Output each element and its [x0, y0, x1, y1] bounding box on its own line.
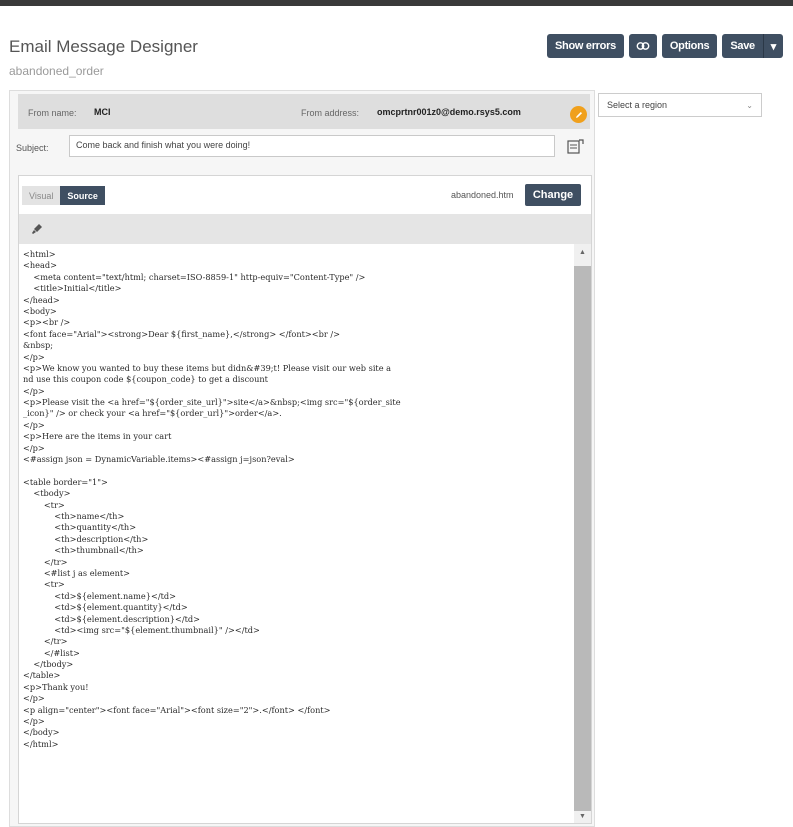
options-button[interactable]: Options	[661, 34, 718, 58]
code-line: <title>Initial</title>	[23, 283, 122, 294]
code-line: <#assign json = DynamicVariable.items><#…	[23, 454, 295, 465]
eye-link-icon	[636, 42, 650, 50]
code-line: <td>${element.name}</td>	[23, 590, 176, 601]
code-line: </p>	[23, 693, 45, 704]
code-line: <tbody>	[23, 488, 71, 499]
from-address-value: omcprtnr001z0@demo.rsys5.com	[377, 107, 521, 117]
region-select[interactable]: Select a region ⌄	[598, 93, 762, 117]
code-line: </p>	[23, 351, 45, 362]
code-line: &nbsp;	[23, 340, 54, 351]
message-name: abandoned_order	[9, 64, 104, 78]
region-select-value: Select a region	[607, 100, 668, 110]
change-button[interactable]: Change	[525, 184, 581, 206]
save-button-group: Save ▾	[722, 34, 783, 58]
code-line: </head>	[23, 294, 60, 305]
code-line: <th>name</th>	[23, 510, 125, 521]
source-toolbar	[19, 214, 591, 244]
toolbar: Show errors Options Save ▾	[547, 34, 783, 58]
chevron-down-icon: ▾	[770, 40, 777, 53]
edit-from-button[interactable]	[570, 106, 587, 123]
scroll-down-icon[interactable]: ▼	[574, 810, 591, 822]
tab-visual[interactable]: Visual	[22, 186, 61, 205]
save-dropdown-button[interactable]: ▾	[762, 34, 783, 58]
message-editor: From name: MCI From address: omcprtnr001…	[9, 90, 595, 827]
code-line: </#list>	[23, 647, 80, 658]
code-line: </p>	[23, 419, 45, 430]
from-name-value: MCI	[94, 107, 111, 117]
subject-input[interactable]: Come back and finish what you were doing…	[69, 135, 555, 157]
page-title: Email Message Designer	[9, 37, 198, 56]
tab-source[interactable]: Source	[60, 186, 105, 205]
brush-icon[interactable]	[30, 222, 44, 236]
code-lines: <html> <head> <meta content="text/html; c…	[23, 249, 569, 750]
code-line: </tr>	[23, 636, 68, 647]
code-line: <p>Here are the items in your cart	[23, 431, 172, 442]
source-editor-panel: Visual Source abandoned.htm Change <html…	[18, 175, 592, 824]
code-line: <td>${element.description}</td>	[23, 613, 200, 624]
source-code-area[interactable]: <html> <head> <meta content="text/html; c…	[19, 244, 591, 823]
personalize-icon[interactable]	[566, 138, 584, 156]
code-line: <td>${element.quantity}</td>	[23, 602, 188, 613]
show-errors-button[interactable]: Show errors	[547, 34, 624, 58]
code-line: <body>	[23, 305, 57, 316]
code-line: </p>	[23, 442, 45, 453]
code-line: </body>	[23, 727, 60, 738]
code-line: <table border="1">	[23, 476, 108, 487]
from-address-label: From address:	[301, 108, 360, 118]
code-line: _icon}" /> or check your <a href="${orde…	[23, 408, 282, 419]
chevron-down-icon: ⌄	[746, 101, 753, 110]
code-line: <th>quantity</th>	[23, 522, 137, 533]
save-button[interactable]: Save	[722, 34, 763, 58]
code-line: <meta content="text/html; charset=ISO-88…	[23, 271, 366, 282]
top-border	[0, 0, 793, 6]
pencil-icon	[575, 111, 582, 118]
code-line: </tbody>	[23, 659, 74, 670]
code-line: </table>	[23, 670, 61, 681]
scroll-up-icon[interactable]: ▲	[574, 246, 591, 258]
code-line: <font face="Arial"><strong>Dear ${first_…	[23, 328, 341, 339]
code-line: </p>	[23, 716, 45, 727]
code-line: </p>	[23, 385, 45, 396]
code-line: <head>	[23, 260, 57, 271]
code-line: <tr>	[23, 499, 65, 510]
code-line: <p><br />	[23, 317, 71, 328]
preview-button[interactable]	[628, 34, 657, 58]
from-bar: From name: MCI From address: omcprtnr001…	[18, 94, 590, 129]
subject-label: Subject:	[16, 143, 49, 153]
code-line: <#list j as element>	[23, 567, 131, 578]
code-line: <p>Thank you!	[23, 681, 89, 692]
code-line: </tr>	[23, 556, 68, 567]
code-line: <html>	[23, 249, 56, 259]
mode-tabs: Visual Source	[22, 186, 105, 205]
code-line: <th>thumbnail</th>	[23, 545, 144, 556]
template-filename: abandoned.htm	[451, 190, 514, 200]
code-line: <td><img src="${element.thumbnail}" /></…	[23, 624, 260, 635]
code-line: <p align="center"><font face="Arial"><fo…	[23, 704, 331, 715]
scrollbar-thumb[interactable]	[574, 266, 591, 811]
code-line: <tr>	[23, 579, 65, 590]
from-name-label: From name:	[28, 108, 77, 118]
code-line: nd use this coupon code ${coupon_code} t…	[23, 374, 268, 385]
code-line: <th>description</th>	[23, 533, 149, 544]
code-line: </html>	[23, 738, 59, 749]
code-line: <p>Please visit the <a href="${order_sit…	[23, 397, 401, 408]
code-line: <p>We know you wanted to buy these items…	[23, 362, 392, 373]
